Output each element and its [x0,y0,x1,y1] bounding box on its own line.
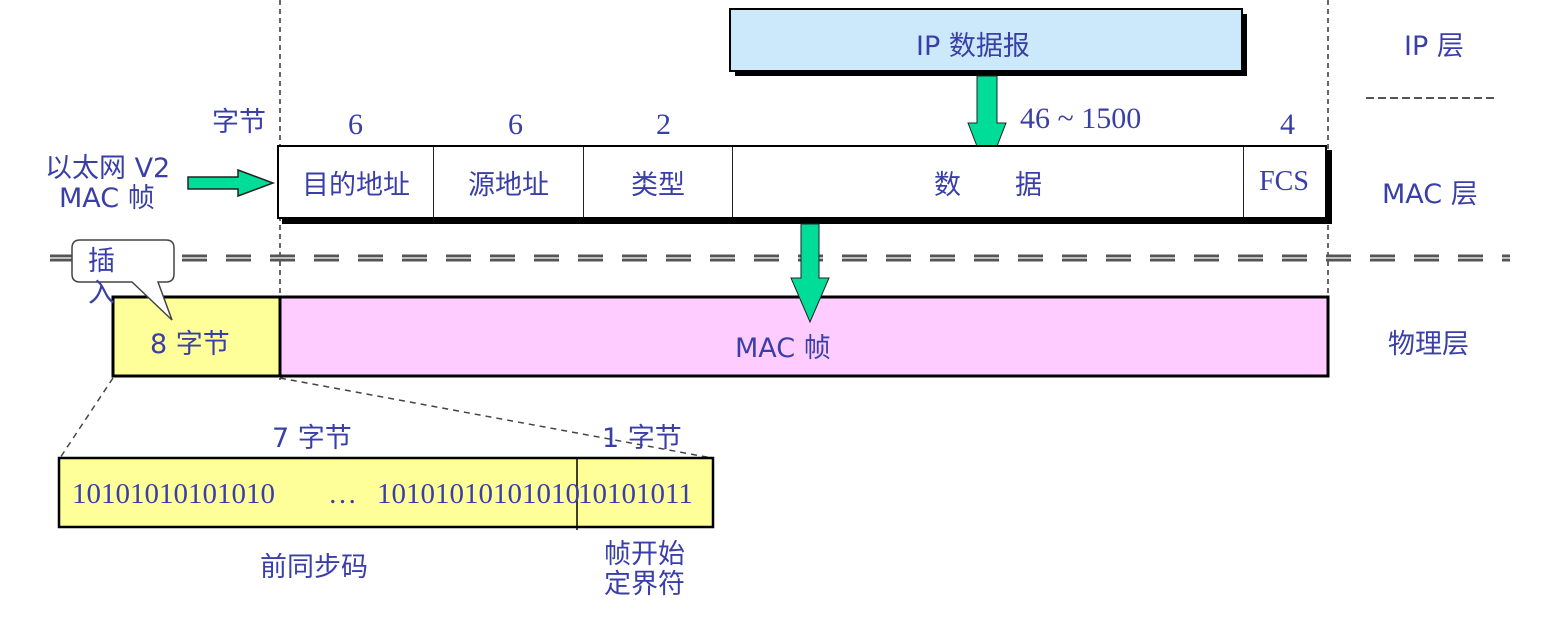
field-label: 源地址 [468,169,549,201]
field-dest-address: 目的地址 [279,147,434,217]
bytes-data: 46 ~ 1500 [1020,102,1142,135]
preamble-bits-mid: 10101010101010 [377,478,580,510]
bytes-type: 2 [656,108,671,141]
callout-text: 插入 [88,246,115,309]
diagram-canvas [50,0,1510,530]
sfd-bits: 10101011 [578,478,693,510]
ip-datagram-label: IP 数据报 [916,31,1030,62]
field-data: 数 据 [733,147,1244,217]
physical-mac-frame-label: MAC 帧 [735,333,831,364]
layer-label-mac: MAC 层 [1382,179,1478,210]
bytes-dest-address: 6 [348,108,363,141]
zoom-line-left [59,377,114,459]
field-label: 目的地址 [302,169,410,201]
preamble-label: 8 字节 [150,329,230,360]
mac-frame-box: 目的地址 源地址 类型 数 据 FCS [277,145,1327,219]
field-label: 数 据 [934,169,1042,201]
preamble-ellipsis: … [328,478,357,510]
layer-label-physical: 物理层 [1388,329,1469,360]
layer-label-ip: IP 层 [1404,31,1464,62]
bytes-src-address: 6 [508,108,523,141]
preamble-bits-left: 10101010101010 [72,478,275,510]
field-type: 类型 [584,147,733,217]
field-label: FCS [1259,166,1309,197]
preamble-left-bytes: 7 字节 [272,423,352,454]
byte-unit-label: 字节 [212,107,266,138]
bytes-fcs: 4 [1280,108,1295,141]
arrow-frame-label-to-mac [187,168,276,198]
preamble-caption: 前同步码 [260,552,368,583]
field-fcs: FCS [1244,147,1324,217]
preamble-right-bytes: 1 字节 [602,423,682,454]
field-label: 类型 [631,169,685,201]
frame-label-line2: MAC 帧 [59,183,155,214]
field-src-address: 源地址 [434,147,584,217]
sfd-caption-line2: 定界符 [604,569,685,600]
